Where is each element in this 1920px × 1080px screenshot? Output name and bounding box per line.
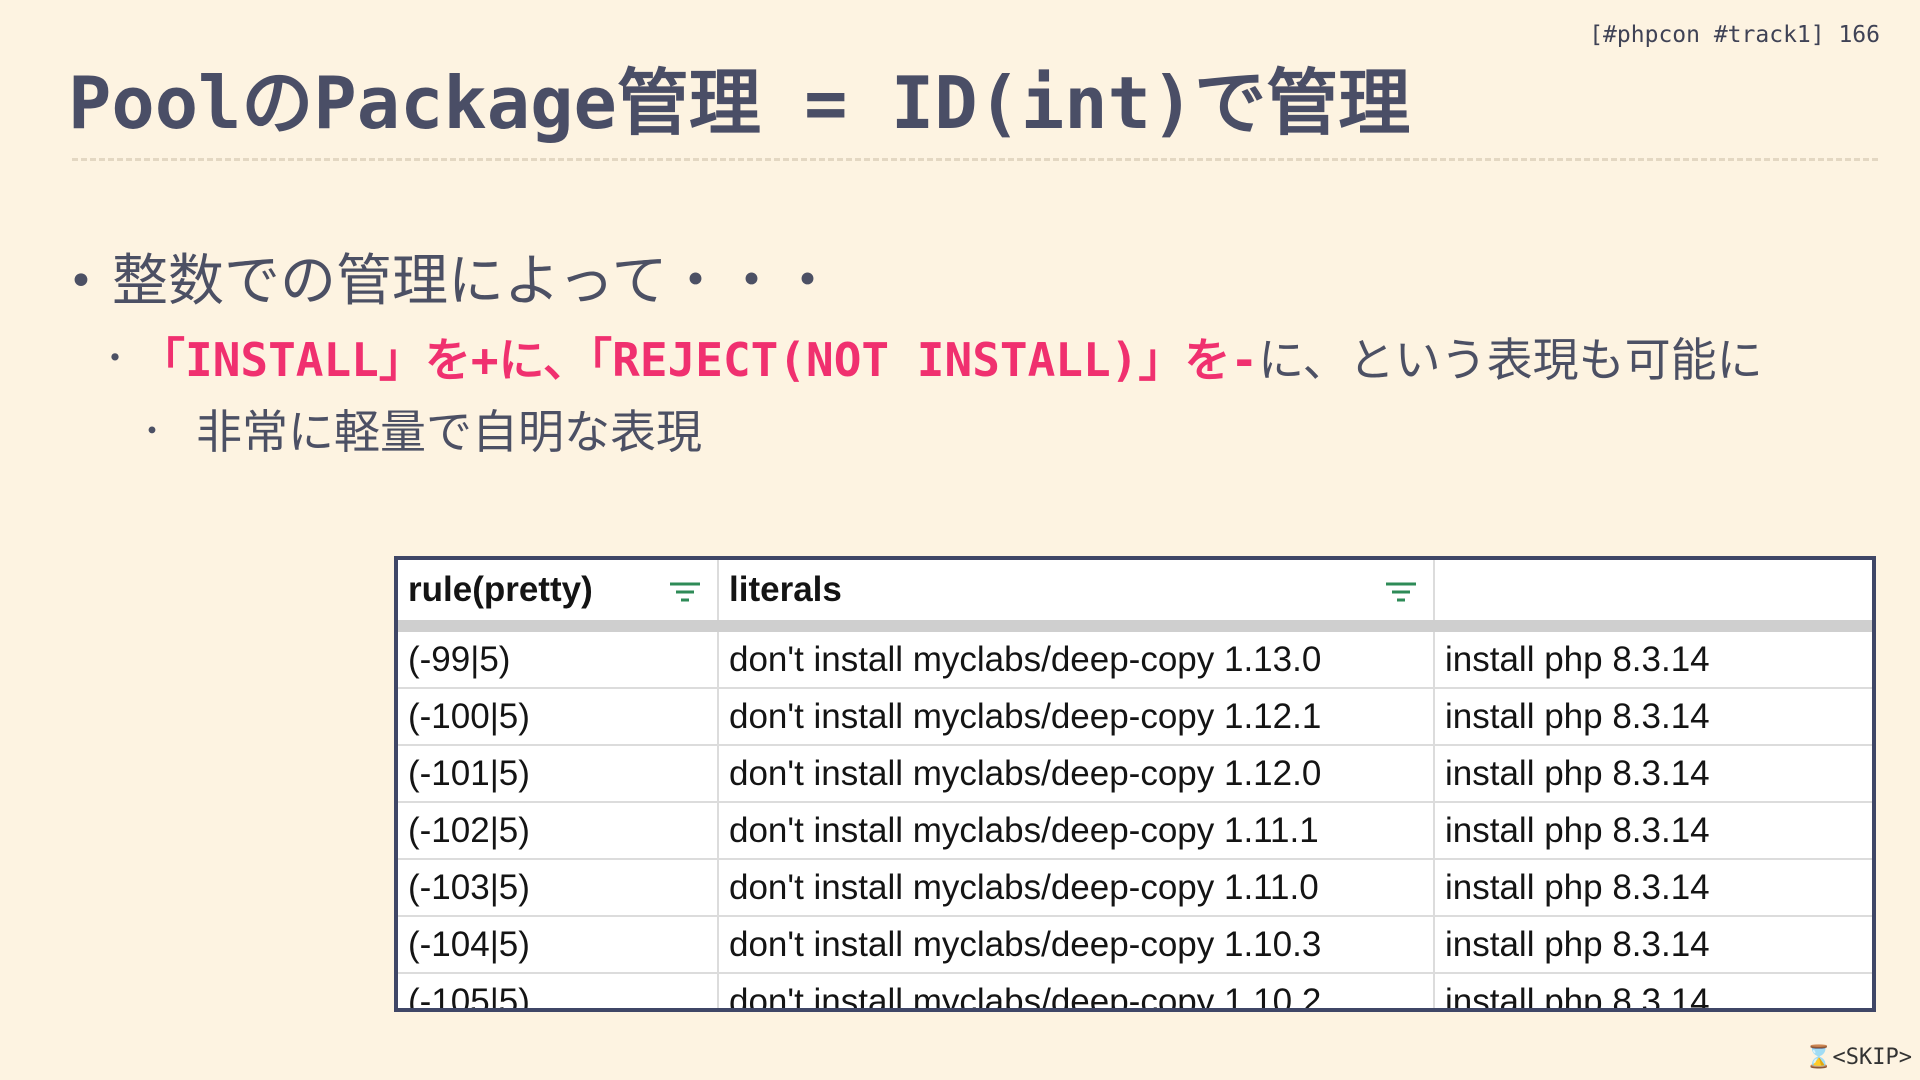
table-row: (-101|5) don't install myclabs/deep-copy… [398,745,1872,803]
rules-table-frame: rule(pretty) literals (-99|5) don't inst… [394,556,1876,1012]
bullet-level2-text: に、という表現も可能に [1258,333,1763,387]
cell-rule[interactable]: (-104|5) [398,916,719,974]
column-header-label: literals [729,570,842,609]
column-header-literals[interactable]: literals [718,560,1435,632]
filter-icon[interactable] [667,580,703,604]
cell-literal[interactable]: don't install myclabs/deep-copy 1.13.0 [718,626,1435,689]
slide-title: PoolのPackage管理 = ID(int)で管理 [68,61,1411,145]
column-header-rule[interactable]: rule(pretty) [398,560,719,632]
title-divider [72,158,1878,161]
cell-literal-2[interactable]: install php 8.3.14 [1434,802,1872,860]
cell-literal[interactable]: don't install myclabs/deep-copy 1.12.1 [718,688,1435,746]
cell-literal[interactable]: don't install myclabs/deep-copy 1.11.1 [718,802,1435,860]
cell-rule[interactable]: (-102|5) [398,802,719,860]
cell-literal-2[interactable]: install php 8.3.14 [1434,688,1872,746]
page-number: [#phpcon #track1] 166 [1589,22,1880,48]
cell-literal[interactable]: don't install myclabs/deep-copy 1.11.0 [718,859,1435,917]
cell-literal[interactable]: don't install myclabs/deep-copy 1.10.3 [718,916,1435,974]
table-header-row: rule(pretty) literals [398,560,1872,632]
bullet-level1-text: 整数での管理によって・・・ [111,249,836,314]
cell-literal-2[interactable]: install php 8.3.14 [1434,859,1872,917]
cell-literal-2[interactable]: install php 8.3.14 [1434,745,1872,803]
skip-marker[interactable]: ⌛<SKIP> [1805,1045,1912,1070]
bullet-level3: ・非常に軽量で自明な表現 [136,396,702,462]
table-row: (-99|5) don't install myclabs/deep-copy … [398,626,1872,689]
cell-rule[interactable]: (-100|5) [398,688,719,746]
table-row: (-103|5) don't install myclabs/deep-copy… [398,859,1872,917]
bullet-level1: • 整数での管理によって・・・ [68,236,835,317]
cell-rule[interactable]: (-101|5) [398,745,719,803]
cell-literal-2[interactable]: install php 8.3.14 [1434,626,1872,689]
cell-rule[interactable]: (-105|5) [398,973,719,1008]
column-header-label: rule(pretty) [408,570,593,609]
column-header-empty[interactable] [1434,560,1872,632]
bullet-level3-text: 非常に軽量で自明な表現 [196,405,703,459]
table-row: (-100|5) don't install myclabs/deep-copy… [398,688,1872,746]
cell-literal-2[interactable]: install php 8.3.14 [1434,973,1872,1008]
bullet-level2-highlight: 「INSTALL」を+に、「REJECT(NOT INSTALL)」を- [162,333,1259,387]
cell-rule[interactable]: (-99|5) [398,626,719,689]
rules-table: rule(pretty) literals (-99|5) don't inst… [398,560,1872,1008]
bullet-dot: ・ [136,412,169,450]
cell-literal-2[interactable]: install php 8.3.14 [1434,916,1872,974]
bullet-dot: ・ [98,339,132,379]
cell-literal[interactable]: don't install myclabs/deep-copy 1.12.0 [718,745,1435,803]
cell-literal[interactable]: don't install myclabs/deep-copy 1.10.2 [718,973,1435,1008]
table-row: (-102|5) don't install myclabs/deep-copy… [398,802,1872,860]
bullet-level2: ・「INSTALL」を+に、「REJECT(NOT INSTALL)」を-に、と… [98,324,1763,390]
table-row: (-105|5) don't install myclabs/deep-copy… [398,973,1872,1008]
bullet-dot: • [68,256,94,307]
cell-rule[interactable]: (-103|5) [398,859,719,917]
table-row: (-104|5) don't install myclabs/deep-copy… [398,916,1872,974]
filter-icon[interactable] [1383,580,1419,604]
